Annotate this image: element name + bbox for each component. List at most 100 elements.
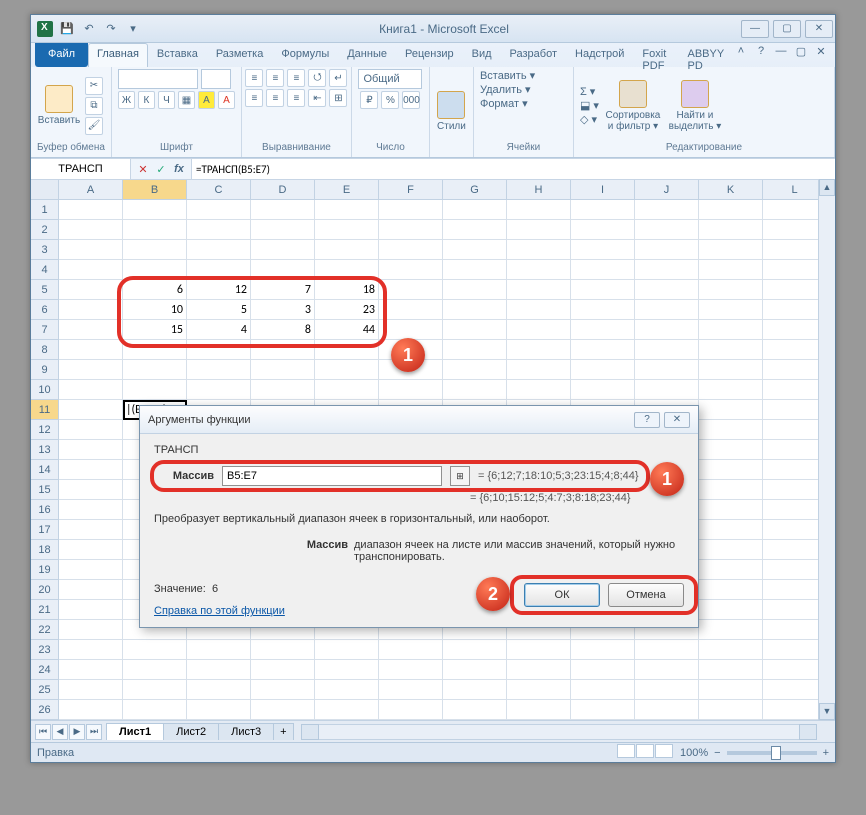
cell[interactable]: [251, 200, 315, 220]
cell[interactable]: [59, 680, 123, 700]
cell[interactable]: [507, 700, 571, 720]
paste-button[interactable]: Вставить: [37, 74, 81, 138]
col-header[interactable]: I: [571, 180, 635, 199]
cell[interactable]: [251, 260, 315, 280]
cell[interactable]: [507, 660, 571, 680]
delete-cells-button[interactable]: Удалить ▾: [480, 83, 531, 96]
row-header[interactable]: 17: [31, 520, 59, 540]
cell[interactable]: [699, 520, 763, 540]
cell[interactable]: [443, 220, 507, 240]
cell[interactable]: [315, 220, 379, 240]
cell[interactable]: [187, 200, 251, 220]
cell[interactable]: [571, 660, 635, 680]
row-header[interactable]: 20: [31, 580, 59, 600]
border-button[interactable]: ▦: [178, 91, 195, 109]
cell[interactable]: [699, 660, 763, 680]
sheet-nav-prev-icon[interactable]: ◀: [52, 724, 68, 740]
col-header[interactable]: K: [699, 180, 763, 199]
cell[interactable]: [379, 240, 443, 260]
cell[interactable]: [59, 280, 123, 300]
cell[interactable]: [379, 300, 443, 320]
cell[interactable]: [443, 380, 507, 400]
row-header[interactable]: 12: [31, 420, 59, 440]
row-header[interactable]: 6: [31, 300, 59, 320]
tab-data[interactable]: Данные: [338, 43, 396, 67]
cell[interactable]: [315, 200, 379, 220]
cell[interactable]: [571, 340, 635, 360]
col-header[interactable]: D: [251, 180, 315, 199]
row-header[interactable]: 24: [31, 660, 59, 680]
cell[interactable]: [507, 260, 571, 280]
cell[interactable]: [123, 680, 187, 700]
cell[interactable]: [699, 640, 763, 660]
ribbon-minimize-icon[interactable]: ˄: [733, 43, 749, 59]
align-middle-icon[interactable]: ≡: [266, 69, 284, 87]
row-header[interactable]: 18: [31, 540, 59, 560]
close-button[interactable]: ✕: [805, 20, 833, 38]
cell[interactable]: [379, 380, 443, 400]
styles-button[interactable]: Стили: [436, 79, 467, 143]
cell[interactable]: [699, 280, 763, 300]
cell[interactable]: [123, 220, 187, 240]
cell[interactable]: [251, 240, 315, 260]
cell[interactable]: [507, 280, 571, 300]
vertical-scrollbar[interactable]: ▲ ▼: [818, 179, 835, 720]
cell[interactable]: [507, 360, 571, 380]
cell[interactable]: [507, 300, 571, 320]
range-selector-icon[interactable]: ⊞: [450, 466, 470, 486]
cancel-formula-icon[interactable]: ✕: [135, 163, 151, 176]
cell[interactable]: 15: [123, 320, 187, 340]
zoom-slider[interactable]: [727, 751, 817, 755]
cell[interactable]: [699, 260, 763, 280]
tab-insert[interactable]: Вставка: [148, 43, 207, 67]
find-select-button[interactable]: Найти и выделить ▾: [667, 74, 723, 138]
row-header[interactable]: 14: [31, 460, 59, 480]
cell[interactable]: [699, 480, 763, 500]
number-format-select[interactable]: Общий: [358, 69, 422, 89]
cell[interactable]: [635, 280, 699, 300]
cell[interactable]: [59, 500, 123, 520]
wrap-text-icon[interactable]: ↵: [329, 69, 347, 87]
undo-icon[interactable]: ↶: [81, 21, 97, 37]
align-right-icon[interactable]: ≡: [287, 89, 305, 107]
cell[interactable]: [251, 380, 315, 400]
zoom-out-icon[interactable]: −: [714, 747, 720, 759]
cell[interactable]: [507, 380, 571, 400]
cell[interactable]: [187, 700, 251, 720]
cell[interactable]: [59, 240, 123, 260]
maximize-button[interactable]: ▢: [773, 20, 801, 38]
cell[interactable]: [123, 660, 187, 680]
ok-button[interactable]: ОК: [524, 583, 600, 607]
cell[interactable]: [443, 340, 507, 360]
cell[interactable]: [699, 240, 763, 260]
cell[interactable]: [251, 360, 315, 380]
cell[interactable]: [379, 640, 443, 660]
cell[interactable]: [635, 300, 699, 320]
cell[interactable]: [571, 280, 635, 300]
cell[interactable]: 8: [251, 320, 315, 340]
col-header[interactable]: C: [187, 180, 251, 199]
cell[interactable]: [635, 220, 699, 240]
cell[interactable]: [379, 220, 443, 240]
row-header[interactable]: 5: [31, 280, 59, 300]
cell[interactable]: [123, 360, 187, 380]
row-header[interactable]: 13: [31, 440, 59, 460]
cell[interactable]: [699, 500, 763, 520]
row-header[interactable]: 25: [31, 680, 59, 700]
col-header[interactable]: J: [635, 180, 699, 199]
row-header[interactable]: 26: [31, 700, 59, 720]
cell[interactable]: [379, 280, 443, 300]
row-header[interactable]: 21: [31, 600, 59, 620]
row-header[interactable]: 22: [31, 620, 59, 640]
cell[interactable]: [571, 360, 635, 380]
cell[interactable]: [635, 660, 699, 680]
cell[interactable]: [315, 680, 379, 700]
sheet-nav-last-icon[interactable]: ⏭: [86, 724, 102, 740]
currency-icon[interactable]: ₽: [360, 91, 378, 109]
cell[interactable]: [699, 400, 763, 420]
cell[interactable]: [379, 700, 443, 720]
cell[interactable]: 5: [187, 300, 251, 320]
cell[interactable]: [315, 380, 379, 400]
cell[interactable]: [635, 200, 699, 220]
cell[interactable]: [571, 380, 635, 400]
